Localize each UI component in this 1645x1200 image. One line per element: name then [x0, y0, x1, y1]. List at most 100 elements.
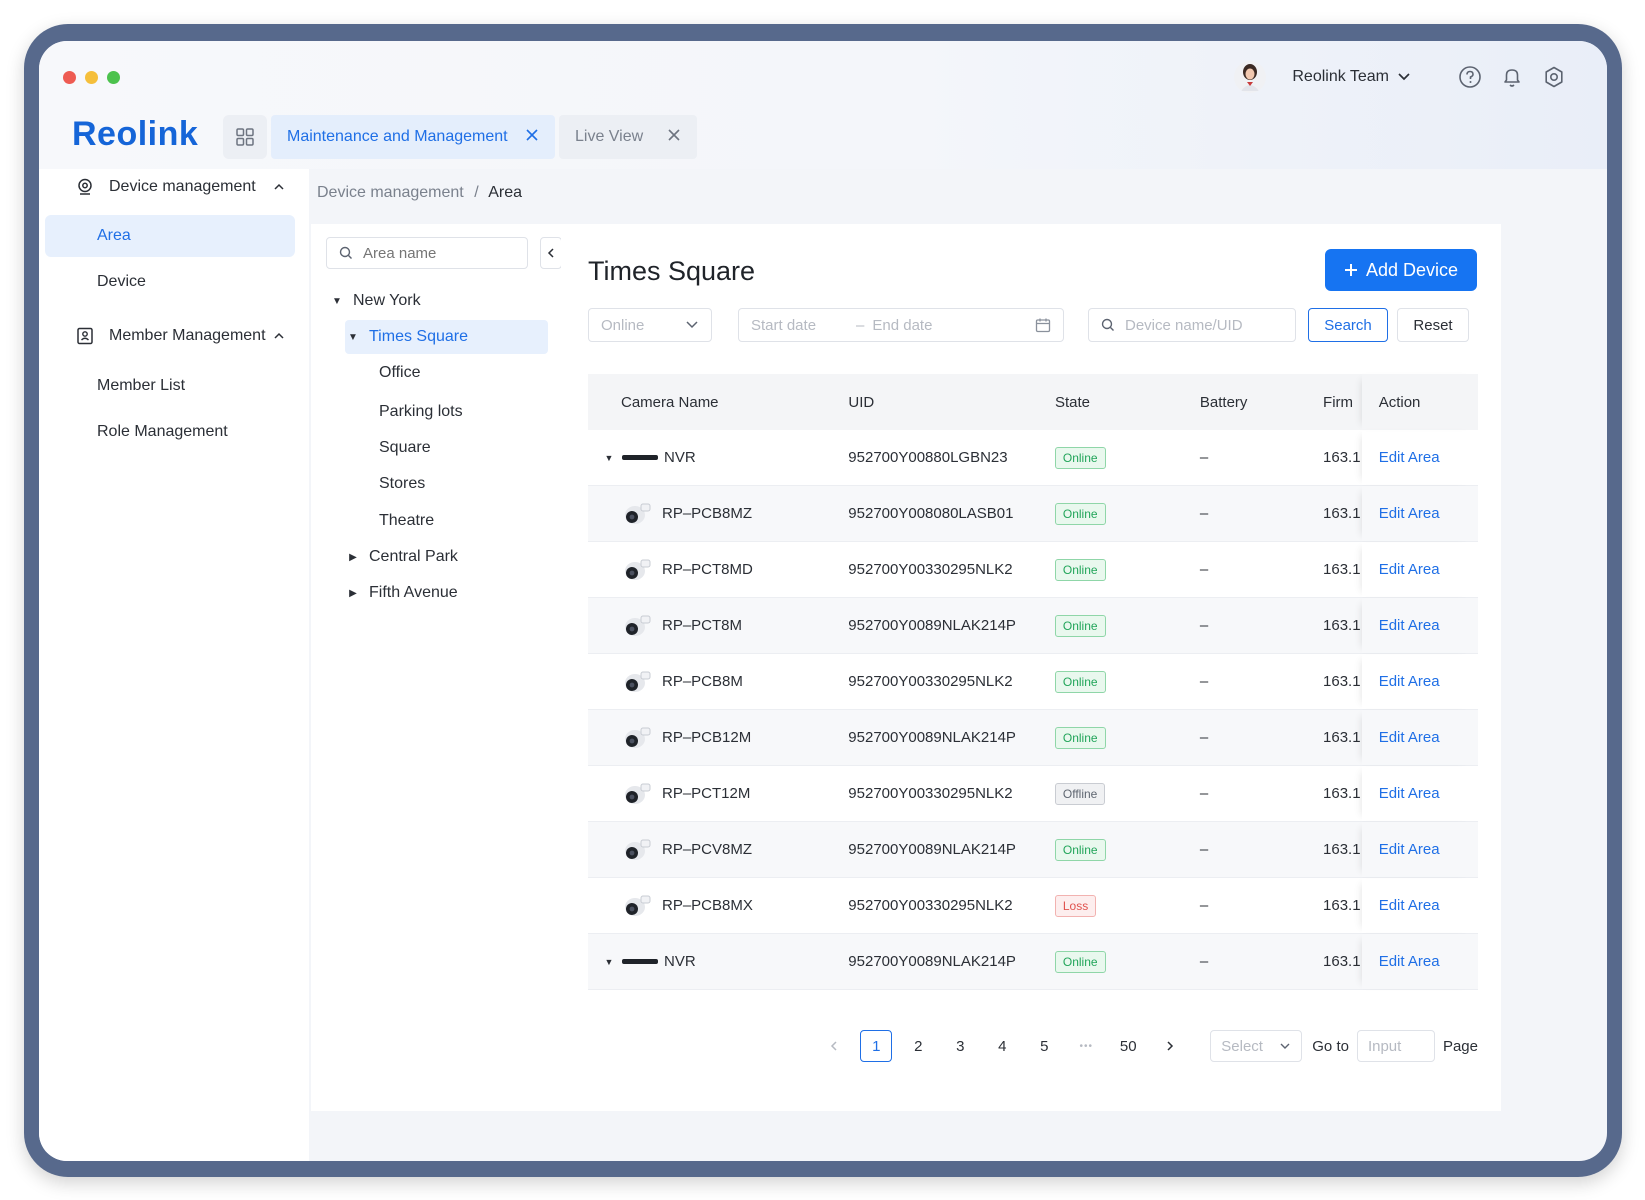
close-tab-icon[interactable] [667, 128, 681, 147]
tab-label: Maintenance and Management [287, 128, 508, 145]
maximize-window-dot[interactable] [107, 71, 120, 84]
table-row[interactable]: RP–PCT8MD 952700Y00330295NLK2 Online – 163.1… [588, 542, 1478, 598]
sidebar-group-device-management[interactable]: Device management [75, 177, 285, 197]
reset-button[interactable]: Reset [1397, 308, 1469, 342]
page-button-3[interactable]: 3 [944, 1030, 976, 1062]
date-range-picker[interactable]: Start date – End date [738, 308, 1064, 342]
table-row[interactable]: ▼ NVR 952700Y00880LGBN23 Online – 163.1 Edit A… [588, 430, 1478, 486]
team-switcher[interactable]: Reolink Team [1292, 68, 1411, 86]
caret-right-icon[interactable]: ▶ [345, 552, 361, 563]
table-row[interactable]: RP–PCB8M 952700Y00330295NLK2 Online – 163.1 E… [588, 654, 1478, 710]
column-header-uid[interactable]: UID [848, 394, 1055, 411]
column-header-firmware[interactable]: Firm [1323, 394, 1371, 411]
edit-area-link[interactable]: Edit Area [1371, 449, 1478, 466]
page-ellipsis[interactable]: ••• [1070, 1030, 1102, 1062]
search-button[interactable]: Search [1308, 308, 1388, 342]
column-header-camera-name[interactable]: Camera Name [588, 394, 848, 411]
column-header-battery[interactable]: Battery [1200, 394, 1323, 411]
add-device-button[interactable]: Add Device [1325, 249, 1477, 291]
tree-node-parking-lots[interactable]: Parking lots [379, 395, 463, 429]
table-header: Camera Name UID State Battery Firm Actio… [588, 374, 1478, 430]
table-row[interactable]: RP–PCV8MZ 952700Y0089NLAK214P Online – 163.1… [588, 822, 1478, 878]
tab-live-view[interactable]: Live View [559, 115, 697, 159]
prev-page-button[interactable] [818, 1030, 850, 1062]
page-size-select[interactable]: Select [1210, 1030, 1303, 1062]
edit-area-link[interactable]: Edit Area [1371, 897, 1478, 914]
page-button-5[interactable]: 5 [1028, 1030, 1060, 1062]
edit-area-link[interactable]: Edit Area [1371, 561, 1478, 578]
pagination: 1 2 3 4 5 ••• 50 Select Go to Input Page [588, 1029, 1478, 1063]
sidebar-item-role-management[interactable]: Role Management [45, 411, 295, 453]
tree-node-label: Office [379, 364, 421, 381]
sidebar-item-member-list[interactable]: Member List [45, 365, 295, 407]
close-tab-icon[interactable] [525, 128, 539, 147]
tree-node-office[interactable]: Office [379, 356, 421, 390]
caret-down-icon[interactable]: ▼ [345, 332, 361, 343]
user-area: Reolink Team [1234, 61, 1567, 93]
caret-down-icon[interactable]: ▼ [329, 296, 345, 307]
area-search-box[interactable] [326, 237, 528, 269]
page-button-4[interactable]: 4 [986, 1030, 1018, 1062]
edit-area-link[interactable]: Edit Area [1371, 785, 1478, 802]
caret-down-icon[interactable]: ▼ [602, 957, 616, 967]
edit-area-link[interactable]: Edit Area [1371, 617, 1478, 634]
edit-area-link[interactable]: Edit Area [1371, 505, 1478, 522]
device-search-placeholder[interactable]: Device name/UID [1125, 317, 1243, 334]
page-button-2[interactable]: 2 [902, 1030, 934, 1062]
sidebar-item-device[interactable]: Device [45, 261, 295, 303]
collapse-tree-button[interactable] [540, 237, 562, 269]
sidebar-item-label: Role Management [97, 423, 228, 440]
close-window-dot[interactable] [63, 71, 76, 84]
caret-down-icon[interactable]: ▼ [602, 453, 616, 463]
device-search-box[interactable]: Device name/UID [1088, 308, 1296, 342]
firmware-cell: 163.1 [1323, 449, 1361, 466]
state-cell: Online [1054, 558, 1200, 581]
edit-area-link[interactable]: Edit Area [1371, 953, 1478, 970]
sidebar-item-area[interactable]: Area [45, 215, 295, 257]
tree-node-times-square[interactable]: ▼ Times Square [345, 320, 548, 354]
tab-maintenance-and-management[interactable]: Maintenance and Management [271, 115, 555, 159]
bell-icon[interactable] [1499, 64, 1525, 90]
tree-node-central-park[interactable]: ▶ Central Park [345, 540, 458, 574]
sidebar-group-member-management[interactable]: Member Management [75, 326, 285, 346]
table-row[interactable]: ▼ NVR 952700Y0089NLAK214P Online – 163.1 Edit … [588, 934, 1478, 990]
firmware-cell: 163.1 [1323, 785, 1361, 802]
edit-area-link[interactable]: Edit Area [1371, 673, 1478, 690]
app-launcher-button[interactable] [223, 115, 267, 159]
gear-icon[interactable] [1541, 64, 1567, 90]
area-search-input[interactable] [361, 243, 515, 263]
table-row[interactable]: RP–PCB12M 952700Y0089NLAK214P Online – 163.1… [588, 710, 1478, 766]
battery-cell: – [1199, 953, 1209, 970]
status-select[interactable]: Online [588, 308, 712, 342]
end-date-placeholder[interactable]: End date [872, 317, 932, 334]
goto-page-input[interactable]: Input [1356, 1030, 1435, 1062]
edit-area-link[interactable]: Edit Area [1371, 729, 1478, 746]
next-page-button[interactable] [1154, 1030, 1186, 1062]
page-button-last[interactable]: 50 [1112, 1030, 1144, 1062]
status-badge: Online [1054, 950, 1106, 973]
tree-node-new-york[interactable]: ▼ New York [329, 284, 421, 318]
brand-logo[interactable]: Reolink [72, 115, 198, 154]
caret-right-icon[interactable]: ▶ [345, 588, 361, 599]
edit-area-link[interactable]: Edit Area [1371, 841, 1478, 858]
table-row[interactable]: RP–PCT8M 952700Y0089NLAK214P Online – 163.1 E… [588, 598, 1478, 654]
breadcrumb-parent[interactable]: Device management [317, 184, 464, 201]
table-row[interactable]: RP–PCT12M 952700Y00330295NLK2 Offline – 163.… [588, 766, 1478, 822]
minimize-window-dot[interactable] [85, 71, 98, 84]
tree-node-theatre[interactable]: Theatre [379, 504, 434, 538]
avatar[interactable] [1234, 61, 1267, 93]
help-icon[interactable] [1457, 64, 1483, 90]
table-row[interactable]: RP–PCB8MX 952700Y00330295NLK2 Loss – 163.1 Ed… [588, 878, 1478, 934]
page-size-placeholder: Select [1221, 1037, 1263, 1055]
column-header-state[interactable]: State [1055, 394, 1200, 411]
firmware-cell: 163.1 [1323, 897, 1361, 914]
page-button-1[interactable]: 1 [860, 1030, 893, 1062]
start-date-placeholder[interactable]: Start date [751, 317, 816, 334]
tree-node-stores[interactable]: Stores [379, 467, 425, 501]
tree-node-square[interactable]: Square [379, 431, 431, 465]
table-row[interactable]: RP–PCB8MZ 952700Y008080LASB01 Online – 163.1… [588, 486, 1478, 542]
tree-node-fifth-avenue[interactable]: ▶ Fifth Avenue [345, 576, 458, 610]
battery-cell: – [1199, 505, 1209, 522]
battery-cell: – [1199, 617, 1209, 634]
team-name: Reolink Team [1292, 68, 1389, 85]
